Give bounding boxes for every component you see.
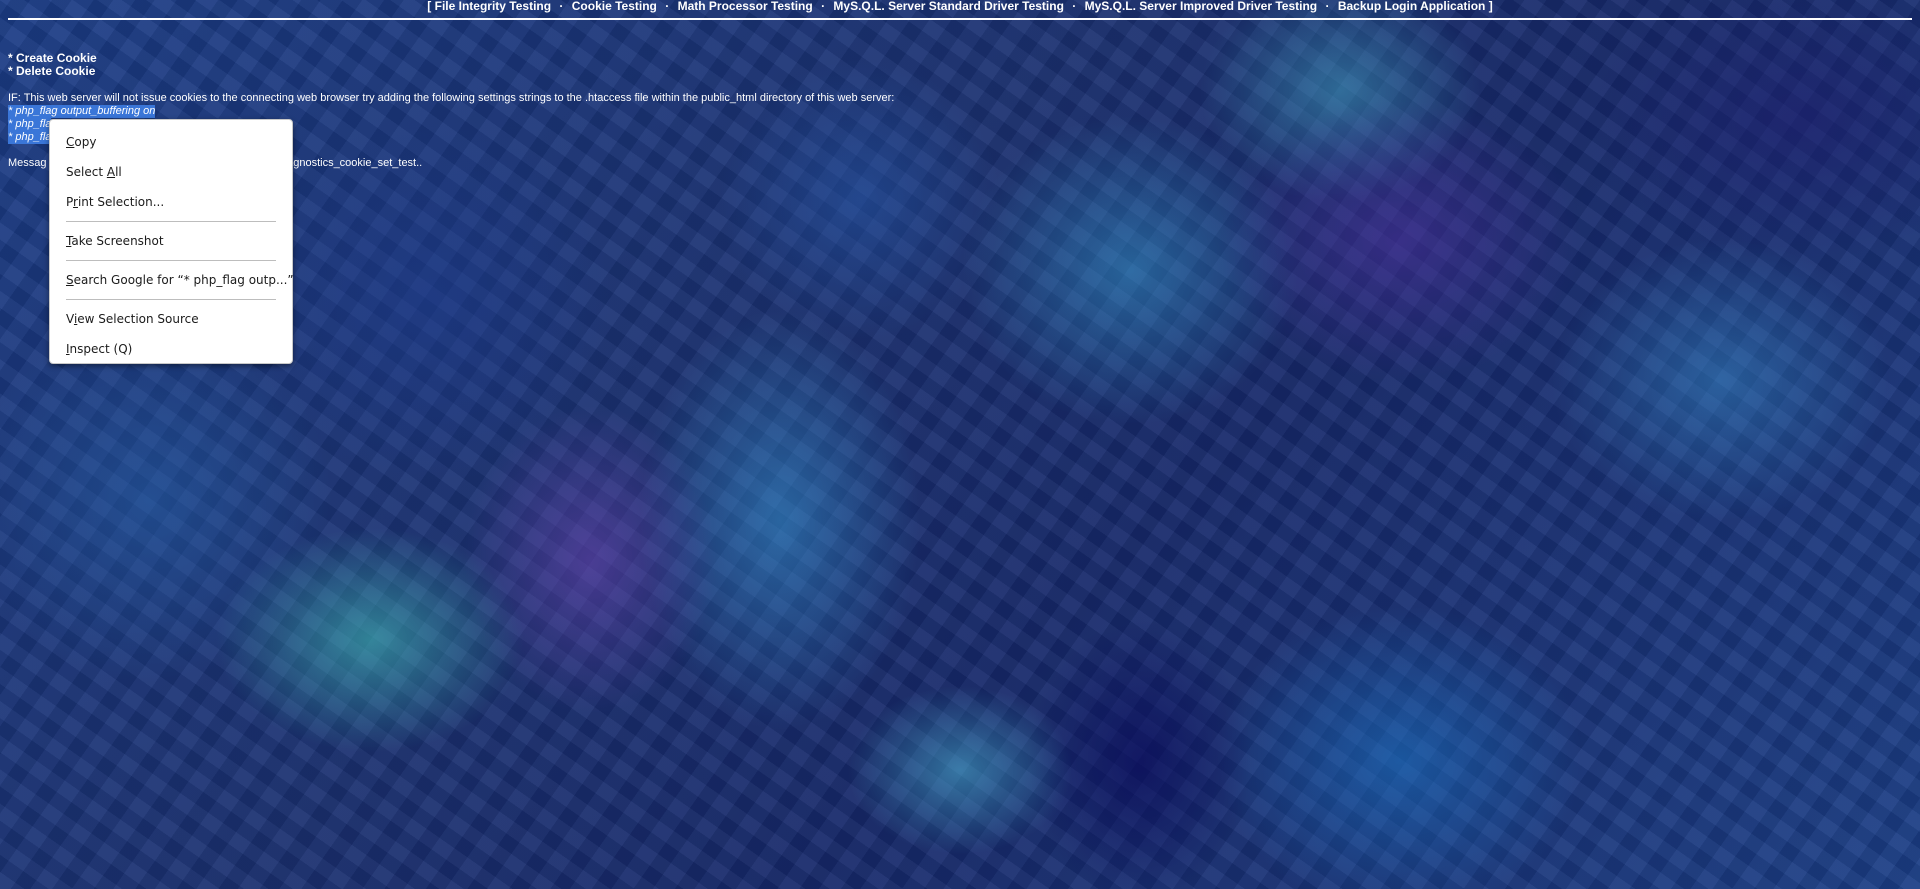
menu-separator xyxy=(66,221,276,222)
setting-line-3[interactable]: * php_fla xyxy=(8,131,52,144)
menu-label: P xyxy=(66,195,74,209)
menu-separator xyxy=(66,260,276,261)
nav-math-processor-testing[interactable]: Math Processor Testing xyxy=(678,0,813,13)
menu-item-search-google[interactable]: Search Google for “* php_flag outp...” xyxy=(50,265,294,295)
htaccess-note: IF: This web server will not issue cooki… xyxy=(8,92,895,104)
top-navigation: [ File Integrity Testing · Cookie Testin… xyxy=(8,0,1912,20)
menu-accel: S xyxy=(66,273,74,287)
menu-separator xyxy=(66,299,276,300)
menu-accel: A xyxy=(106,165,116,179)
menu-label: int Selection... xyxy=(77,195,165,209)
nav-open-bracket: [ xyxy=(427,0,432,13)
nav-separator: · xyxy=(665,0,670,13)
delete-cookie-link[interactable]: * Delete Cookie xyxy=(8,65,97,78)
menu-label: ll xyxy=(115,165,122,179)
cookie-actions: * Create Cookie * Delete Cookie xyxy=(8,52,97,78)
menu-item-select-all[interactable]: Select All xyxy=(50,157,292,187)
nav-mysql-standard-driver-testing[interactable]: MyS.Q.L. Server Standard Driver Testing xyxy=(833,0,1064,13)
nav-mysql-improved-driver-testing[interactable]: MyS.Q.L. Server Improved Driver Testing xyxy=(1085,0,1318,13)
nav-separator: · xyxy=(1325,0,1330,13)
menu-label: nspect (Q) xyxy=(69,342,133,356)
nav-file-integrity-testing[interactable]: File Integrity Testing xyxy=(435,0,551,13)
menu-item-view-selection-source[interactable]: View Selection Source xyxy=(50,304,292,334)
context-menu: Copy Select All Print Selection... Take … xyxy=(49,119,294,364)
nav-separator: · xyxy=(821,0,826,13)
menu-item-inspect[interactable]: Inspect (Q) xyxy=(50,334,292,364)
setting-line-output-buffering[interactable]: * php_flag output_buffering on xyxy=(8,105,156,118)
menu-label: ake Screenshot xyxy=(71,234,164,248)
menu-label: V xyxy=(66,312,74,326)
message-start: Messag xyxy=(8,157,47,169)
nav-cookie-testing[interactable]: Cookie Testing xyxy=(572,0,657,13)
setting-line-2[interactable]: * php_fla xyxy=(8,118,52,131)
nav-close-bracket: ] xyxy=(1488,0,1493,13)
menu-label: Select xyxy=(66,165,107,179)
nav-separator: · xyxy=(559,0,564,13)
menu-label: earch Google for “* php_flag outp...” xyxy=(73,273,294,287)
menu-item-take-screenshot[interactable]: Take Screenshot xyxy=(50,226,292,256)
nav-separator: · xyxy=(1072,0,1077,13)
menu-item-copy[interactable]: Copy xyxy=(50,127,292,157)
nav-backup-login-application[interactable]: Backup Login Application xyxy=(1338,0,1486,13)
menu-label: ew Selection Source xyxy=(77,312,199,326)
message-end: diagnostics_cookie_set_test.. xyxy=(278,157,423,169)
menu-item-print-selection[interactable]: Print Selection... xyxy=(50,187,292,217)
menu-label: opy xyxy=(74,135,97,149)
